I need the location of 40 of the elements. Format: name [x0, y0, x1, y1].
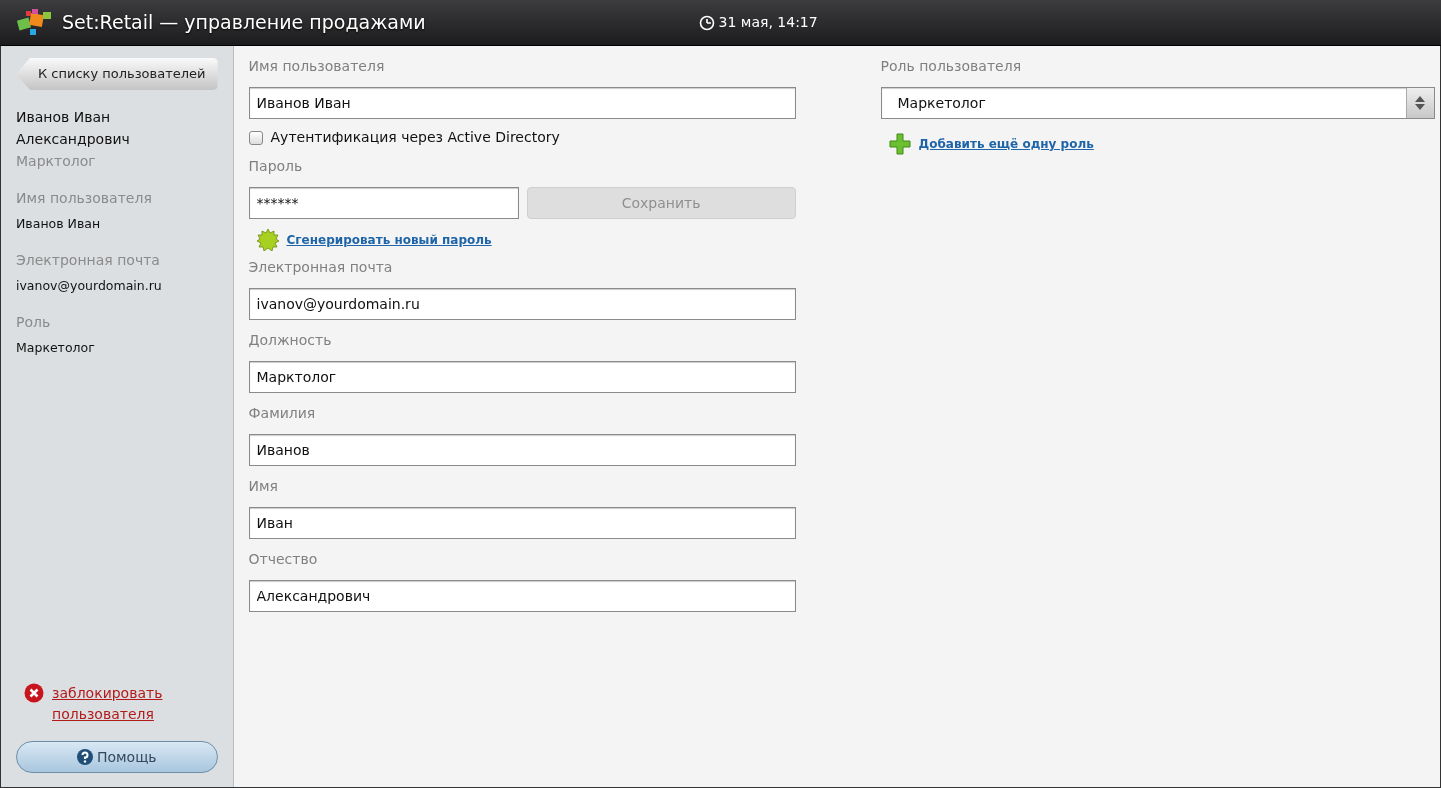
- field-label: Пароль: [248, 157, 304, 176]
- back-button[interactable]: К списку пользователей: [16, 58, 218, 90]
- checkbox[interactable]: [248, 130, 263, 145]
- field-label: Электронная почта: [16, 250, 161, 270]
- field-value: ivanov@yourdomain.ru: [16, 276, 163, 295]
- text-field[interactable]: Иван: [248, 507, 796, 539]
- role-select[interactable]: Маркетолог: [880, 87, 1435, 119]
- field-label: Имя: [248, 477, 279, 496]
- field-label: Имя пользователя: [16, 189, 153, 208]
- user-full-name: Иванов Иван Александрович: [16, 108, 131, 149]
- plus-icon: [888, 133, 911, 155]
- text-field[interactable]: Иванов: [248, 434, 796, 466]
- sort-arrows-icon: [1414, 95, 1427, 111]
- field-label: Отчество: [248, 550, 319, 569]
- field-label: Фамилия: [248, 404, 317, 423]
- logo-icon: [16, 8, 54, 37]
- field-value: Маркетолог: [16, 338, 96, 357]
- clock-icon: [698, 14, 715, 31]
- text-field[interactable]: Иванов Иван: [248, 87, 796, 119]
- add-role-link[interactable]: Добавить ещё одну роль: [918, 135, 1094, 153]
- text-field[interactable]: ivanov@yourdomain.ru: [248, 288, 796, 320]
- block-user-link[interactable]: заблокировать пользователя: [52, 683, 172, 725]
- field-value: Иванов Иван: [16, 215, 102, 233]
- help-button[interactable]: Помощь: [16, 741, 218, 773]
- text-field[interactable]: Александрович: [248, 580, 796, 612]
- field-label: Электронная почта: [248, 258, 394, 277]
- user-position: Марктолог: [16, 152, 97, 171]
- field-label: Должность: [248, 331, 333, 350]
- sun-icon: [256, 229, 279, 251]
- text-field[interactable]: Марктолог: [248, 361, 796, 393]
- generate-password-link[interactable]: Сгенерировать новый пароль: [286, 231, 492, 249]
- field-label: Имя пользователя: [248, 57, 386, 76]
- app-title: Set:Retail — управление продажами: [62, 10, 426, 36]
- password-field[interactable]: ******: [248, 187, 519, 219]
- field-label: Роль: [16, 312, 52, 332]
- checkbox-label: Аутентификация через Active Directory: [270, 128, 560, 147]
- error-icon: [24, 683, 44, 703]
- field-label: Роль пользователя: [880, 57, 1023, 76]
- date-time: 31 мая, 14:17: [718, 13, 818, 32]
- help-icon: [76, 749, 93, 765]
